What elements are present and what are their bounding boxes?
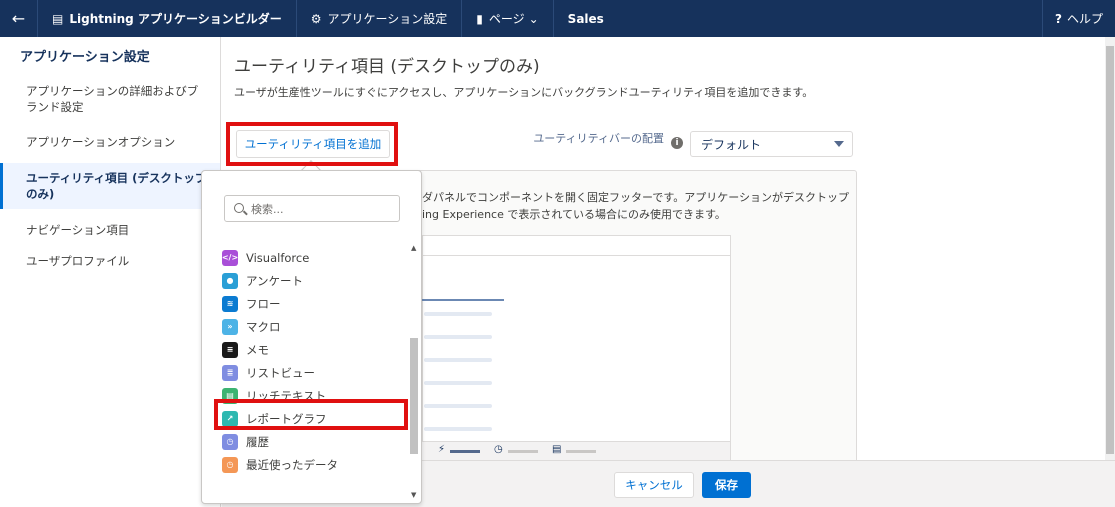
search-placeholder: 検索...: [251, 202, 284, 216]
utility-bar-position-select[interactable]: デフォルト: [690, 131, 853, 157]
component-list-item-label: 履歴: [246, 434, 269, 449]
component-search-input[interactable]: 検索...: [224, 195, 400, 222]
component-list-item-label: フロー: [246, 296, 281, 311]
preview-line: [424, 427, 492, 431]
back-button[interactable]: ←: [0, 0, 38, 37]
app-settings-label: アプリケーション設定: [327, 12, 448, 26]
page-title: ユーティリティ項目 (デスクトップのみ): [234, 57, 540, 77]
pages-label: ページ: [488, 12, 525, 26]
component-list-item-label: マクロ: [246, 319, 281, 334]
preview-mini-panel: [422, 299, 504, 439]
survey-icon: ●: [222, 272, 238, 289]
clock-icon: ◷: [494, 444, 503, 455]
preview-header: [423, 236, 730, 256]
preview-line: [424, 335, 492, 339]
component-list-item-label: リストビュー: [246, 365, 315, 380]
builder-title: ▤ Lightning アプリケーションビルダー: [38, 0, 297, 37]
note-icon: ≡: [222, 341, 238, 358]
note-icon: ▤: [552, 444, 562, 455]
lightning-icon: ⚡: [438, 444, 446, 455]
visualforce-icon: </>: [222, 249, 238, 266]
footer-line: [566, 450, 596, 453]
component-list-item-label: 最近使ったデータ: [246, 457, 338, 472]
sidebar-item-app-details[interactable]: アプリケーションの詳細およびブランド設定: [0, 76, 220, 122]
highlight-report-chart: [214, 399, 408, 430]
app-settings-button[interactable]: ⚙ アプリケーション設定: [297, 0, 463, 37]
macro-icon: »: [222, 318, 238, 335]
preview-line: [424, 312, 492, 316]
component-list-item[interactable]: </> Visualforce: [222, 246, 402, 269]
builder-icon: ▤: [52, 11, 64, 26]
preview-utility-footer: ⚡ ◷ ▤: [422, 441, 730, 460]
settings-sidebar: アプリケーション設定 アプリケーションの詳細およびブランド設定 アプリケーション…: [0, 37, 221, 507]
preview-line: [424, 404, 492, 408]
panel-text-line2: ing Experience で表示されている場合にのみ使用できます。: [422, 208, 726, 221]
component-list-item[interactable]: ◷ 最近使ったデータ: [222, 453, 402, 476]
chevron-down-icon: ⌄: [528, 11, 539, 26]
back-arrow-icon: ←: [11, 9, 26, 28]
recent-icon: ◷: [222, 456, 238, 473]
panel-text-line1: ダパネルでコンポーネントを開く固定フッターです。アプリケーションがデスクトップ: [422, 191, 850, 204]
cancel-button[interactable]: キャンセル: [614, 472, 694, 498]
scroll-down-icon[interactable]: ▼: [411, 491, 416, 499]
app-name: Sales: [554, 0, 618, 37]
preview-line: [424, 381, 492, 385]
help-button[interactable]: ? ヘルプ: [1042, 0, 1115, 37]
flow-icon: ≋: [222, 295, 238, 312]
pages-menu[interactable]: ▮ ページ ⌄: [462, 0, 554, 37]
footer-line: [508, 450, 538, 453]
page-scrollbar-thumb[interactable]: [1106, 46, 1114, 454]
select-value: デフォルト: [701, 137, 762, 152]
help-label: ヘルプ: [1066, 12, 1103, 26]
caret-down-icon: [834, 141, 844, 147]
utility-bar-position-label: ユーティリティバーの配置: [533, 132, 664, 145]
sidebar-item-user-profiles[interactable]: ユーザプロファイル: [0, 246, 220, 276]
component-list-item[interactable]: ≡ メモ: [222, 338, 402, 361]
component-list-item[interactable]: ≣ リストビュー: [222, 361, 402, 384]
component-list-item[interactable]: ◷ 履歴: [222, 430, 402, 453]
list-view-icon: ≣: [222, 364, 238, 381]
help-icon: ?: [1055, 11, 1062, 26]
history-icon: ◷: [222, 433, 238, 450]
builder-label: Lightning アプリケーションビルダー: [69, 12, 282, 26]
sidebar-title: アプリケーション設定: [20, 50, 150, 65]
component-list-item[interactable]: ≋ フロー: [222, 292, 402, 315]
search-icon: [234, 203, 244, 213]
component-list-item[interactable]: » マクロ: [222, 315, 402, 338]
sidebar-item-navigation-items[interactable]: ナビゲーション項目: [0, 215, 220, 245]
app-name-label: Sales: [567, 11, 604, 26]
preview-line: [424, 358, 492, 362]
panel-description: ダパネルでコンポーネントを開く固定フッターです。アプリケーションがデスクトップ …: [422, 189, 852, 223]
scroll-up-icon[interactable]: ▲: [411, 244, 416, 252]
footer-line: [450, 450, 480, 453]
info-icon[interactable]: i: [671, 137, 683, 149]
component-list-item-label: メモ: [246, 342, 269, 357]
component-list-item[interactable]: ● アンケート: [222, 269, 402, 292]
component-list: </> Visualforce ● アンケート ≋ フロー» マクロ ≡ メモ ≣ リストビュー ▤ リ…: [222, 246, 402, 476]
page-description: ユーザが生産性ツールにすぐにアクセスし、アプリケーションにバックグランドユーティ…: [234, 86, 814, 99]
save-button[interactable]: 保存: [702, 472, 751, 498]
sidebar-item-utility-items[interactable]: ユーティリティ項目 (デスクトップのみ): [0, 163, 220, 209]
sidebar-item-app-options[interactable]: アプリケーションオプション: [0, 127, 220, 157]
gear-icon: ⚙: [310, 11, 322, 26]
highlight-add-button: [226, 122, 398, 166]
page-icon: ▮: [476, 11, 483, 26]
component-list-item-label: Visualforce: [246, 250, 310, 265]
dropdown-scrollbar-thumb[interactable]: [410, 338, 418, 454]
top-bar: ← ▤ Lightning アプリケーションビルダー ⚙ アプリケーション設定 ▮ ペ…: [0, 0, 1115, 37]
component-list-item-label: アンケート: [246, 273, 304, 288]
